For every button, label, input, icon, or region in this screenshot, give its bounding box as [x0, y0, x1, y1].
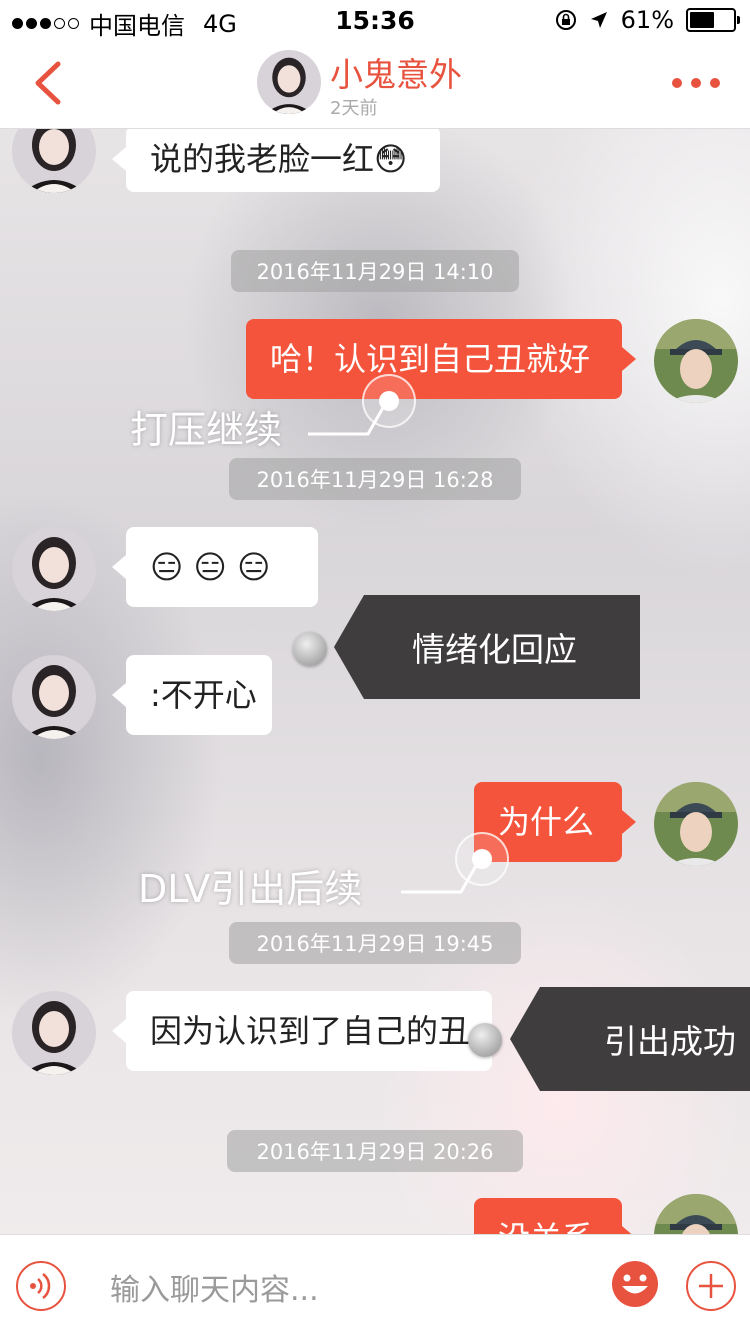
annotation-tag: 引出成功 — [510, 987, 750, 1091]
male-avatar[interactable] — [654, 782, 738, 866]
annotation-marker — [468, 1023, 502, 1057]
emoji-icon[interactable] — [610, 1259, 660, 1309]
male-avatar[interactable] — [654, 319, 738, 403]
message-bubble-incoming[interactable]: :不开心 — [112, 655, 272, 735]
message-bubble-incoming[interactable]: 说的我老脸一红😳 — [112, 129, 440, 192]
female-avatar[interactable] — [12, 527, 96, 611]
battery-percent: 61% — [620, 6, 674, 34]
annotation-marker — [293, 632, 327, 666]
rotation-lock-icon — [555, 10, 576, 30]
message-bubble-incoming[interactable]: 因为认识到了自己的丑 — [112, 991, 492, 1071]
annotation-tag: 情绪化回应 — [334, 595, 640, 699]
timestamp-divider: 2016年11月29日 20:26 — [227, 1130, 523, 1172]
voice-icon[interactable] — [16, 1261, 66, 1311]
battery-icon — [686, 8, 740, 32]
contact-avatar[interactable] — [257, 50, 321, 114]
input-bar: 输入聊天内容... — [0, 1234, 750, 1335]
contact-name: 小鬼意外 — [330, 55, 462, 94]
message-bubble-incoming[interactable]: 😑 😑 😑 — [112, 527, 318, 607]
ellipsis-icon[interactable] — [672, 78, 720, 88]
timestamp-divider: 2016年11月29日 16:28 — [229, 458, 521, 500]
female-avatar[interactable] — [12, 129, 96, 193]
female-avatar[interactable] — [12, 991, 96, 1075]
message-bubble-outgoing[interactable]: 没关系 — [474, 1198, 636, 1234]
timestamp-divider: 2016年11月29日 14:10 — [231, 250, 519, 292]
chevron-left-icon[interactable] — [30, 60, 70, 106]
annotation-connector — [401, 856, 483, 894]
annotation-note: DLV引出后续 — [138, 867, 363, 911]
annotation-connector — [308, 398, 390, 436]
message-input[interactable]: 输入聊天内容... — [110, 1265, 319, 1309]
timestamp-divider: 2016年11月29日 19:45 — [229, 922, 521, 964]
chat-header: 小鬼意外 2天前 — [0, 40, 750, 129]
female-avatar[interactable] — [12, 655, 96, 739]
status-bar: 中国电信 4G 15:36 61% — [0, 0, 750, 40]
message-bubble-outgoing[interactable]: 哈！认识到自己丑就好 — [246, 319, 636, 399]
annotation-note: 打压继续 — [130, 408, 283, 452]
last-seen-label: 2天前 — [330, 98, 378, 119]
location-arrow-icon — [590, 12, 607, 28]
plus-icon[interactable] — [686, 1261, 736, 1311]
male-avatar[interactable] — [654, 1194, 738, 1234]
message-list[interactable]: 说的我老脸一红😳 2016年11月29日 14:10 哈！认识到自己丑就好 打压… — [0, 129, 750, 1234]
